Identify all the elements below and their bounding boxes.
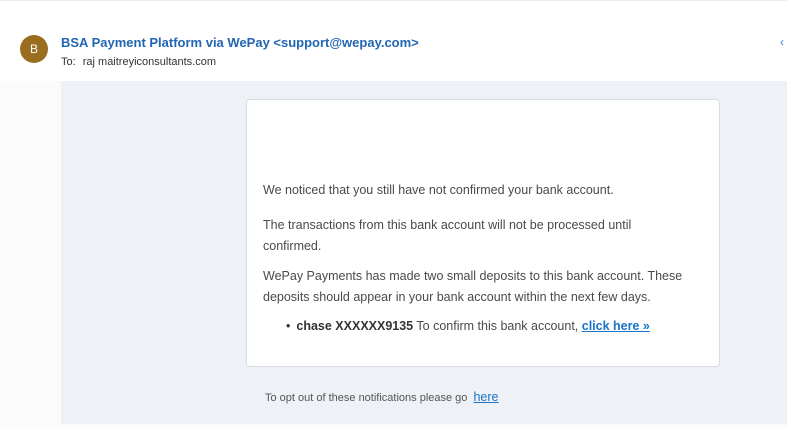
sender-name[interactable]: BSA Payment Platform via WePay <support@… <box>61 35 419 50</box>
confirm-account-link[interactable]: click here » <box>582 319 650 333</box>
email-view: B BSA Payment Platform via WePay <suppor… <box>0 0 787 428</box>
email-header: B BSA Payment Platform via WePay <suppor… <box>0 1 787 81</box>
message-card: We noticed that you still have not confi… <box>246 99 720 367</box>
message-line-deposits: WePay Payments has made two small deposi… <box>263 269 683 304</box>
optout-text: To opt out of these notifications please… <box>265 392 468 404</box>
confirm-instruction: To confirm this bank account, <box>413 319 582 333</box>
to-label: To: <box>61 56 76 68</box>
bullet-icon: • <box>286 319 291 333</box>
bank-account-number: chase XXXXXX9135 <box>296 319 414 333</box>
recipient-line: To: raj maitreyiconsultants.com <box>61 56 216 68</box>
truncated-toolbar-icon[interactable]: ‹ <box>780 35 784 49</box>
sender-avatar[interactable]: B <box>20 35 48 63</box>
message-line-unconfirmed: We noticed that you still have not confi… <box>263 183 614 197</box>
bank-account-item: • chase XXXXXX9135 To confirm this bank a… <box>286 319 650 333</box>
optout-link[interactable]: here <box>473 390 498 404</box>
message-line-transactions: The transactions from this bank account … <box>263 218 632 253</box>
recipient-address[interactable]: raj maitreyiconsultants.com <box>83 56 216 68</box>
optout-notice: To opt out of these notifications please… <box>265 390 499 404</box>
email-body: We noticed that you still have not confi… <box>61 81 787 424</box>
